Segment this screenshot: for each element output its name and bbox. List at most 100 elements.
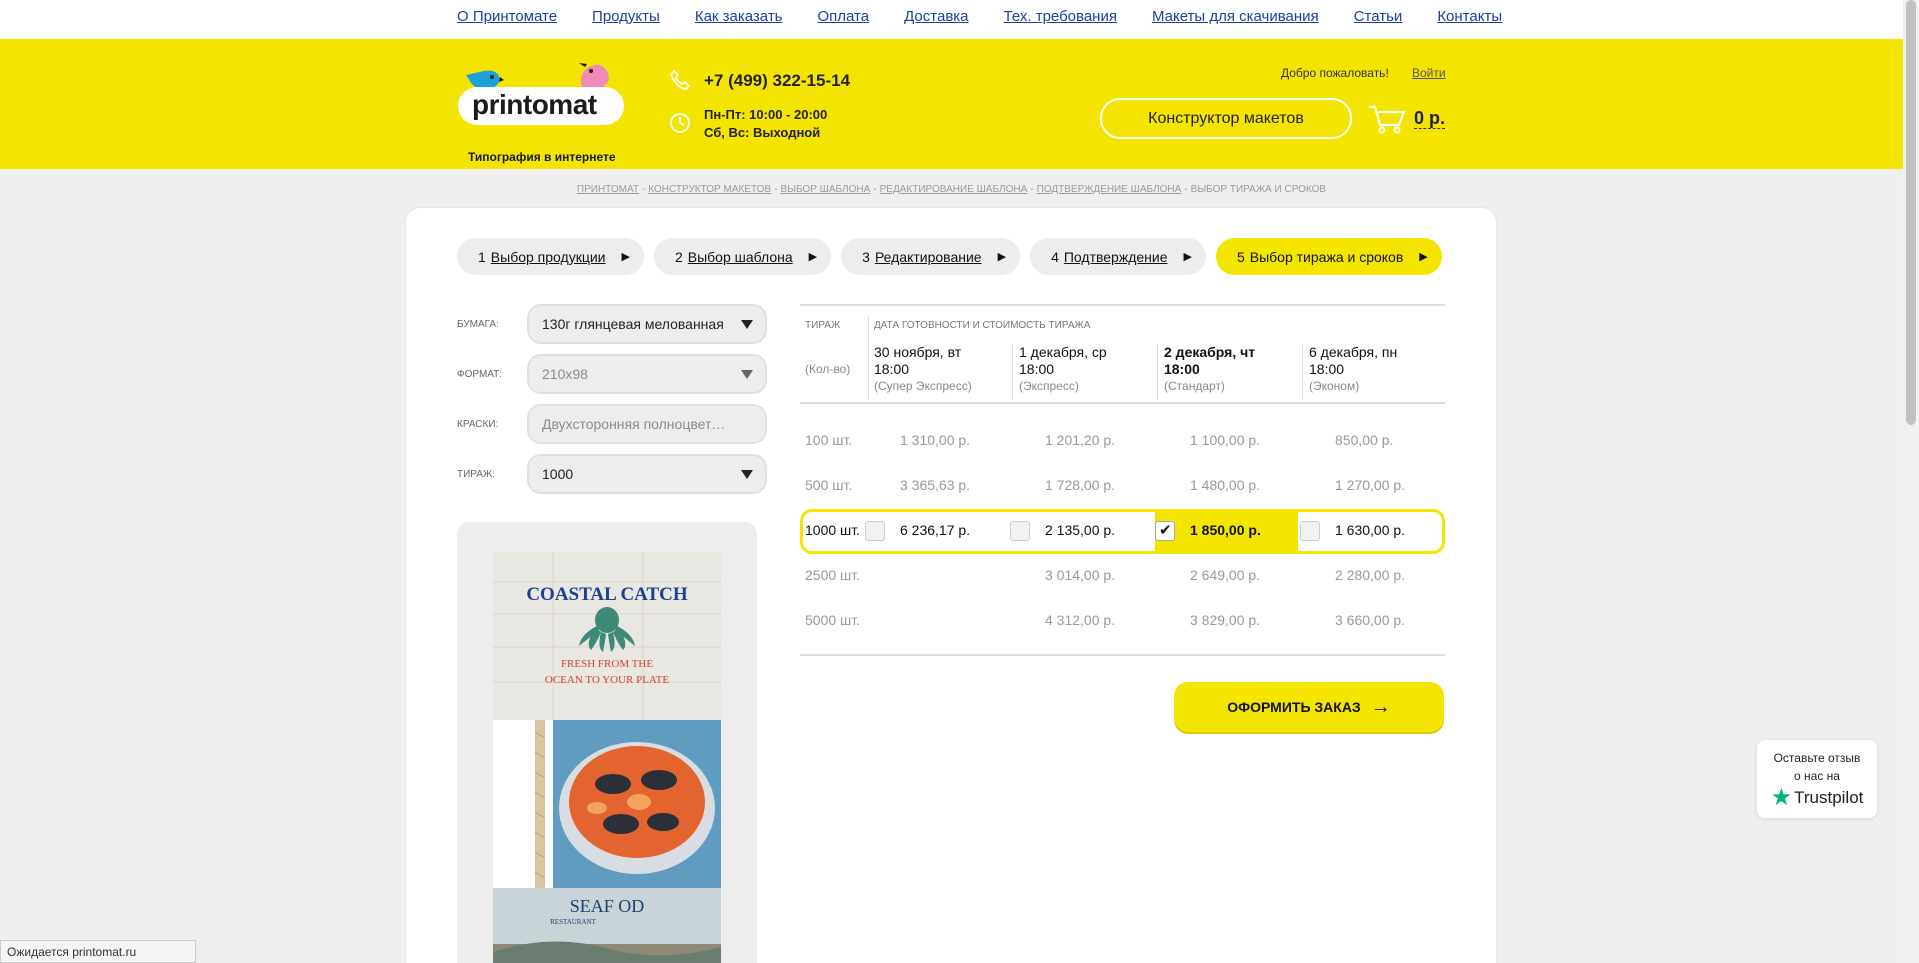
nav-item-how-to-order[interactable]: Как заказать — [695, 8, 783, 25]
price-checkbox-checked[interactable] — [1155, 521, 1175, 541]
scrollbar-thumb[interactable] — [1906, 0, 1916, 425]
breadcrumb-link[interactable]: Подтверждение шаблона — [1037, 184, 1182, 195]
price-checkbox[interactable] — [865, 521, 885, 541]
nav-item-delivery[interactable]: Доставка — [904, 8, 968, 25]
nav-link-how-to-order[interactable]: Как заказать — [695, 8, 783, 25]
price-cell[interactable]: 3 014,00 р. — [1045, 567, 1115, 583]
page-scrollbar[interactable] — [1903, 0, 1919, 963]
paper-select[interactable]: 130г глянцевая мелованная — [527, 304, 767, 344]
step-1[interactable]: 1 Выбор продукции ▶ — [457, 238, 644, 275]
breadcrumb-link[interactable]: Конструктор макетов — [648, 184, 771, 195]
nav-link-about[interactable]: О Принтомате — [457, 8, 557, 25]
time-label: 18:00 — [874, 361, 910, 377]
col-qty-header: (Кол-во) — [805, 362, 851, 376]
row-qty: 2500 шт. — [805, 567, 861, 583]
price-cell[interactable]: 3 365,63 р. — [900, 477, 970, 493]
trustpilot-widget[interactable]: Оставьте отзыв о нас на ★ Trustpilot — [1757, 740, 1877, 818]
logo[interactable]: printomat Типография в интернете — [458, 61, 624, 164]
run-value: 1000 — [542, 466, 574, 482]
nav-link-payment[interactable]: Оплата — [818, 8, 870, 25]
col-run-header: Тираж — [805, 320, 841, 331]
price-cell[interactable]: 2 280,00 р. — [1335, 567, 1405, 583]
price-row[interactable]: 2500 шт. 3 014,00 р. 2 649,00 р. 2 280,0… — [800, 554, 1445, 599]
nav-item-articles[interactable]: Статьи — [1354, 8, 1403, 25]
step-5-active[interactable]: 5 Выбор тиража и сроков ▶ — [1215, 238, 1442, 275]
run-row: Тираж: 1000 — [457, 454, 767, 494]
divider — [868, 316, 869, 400]
price-row-selected[interactable]: 1000 шт. 6 236,17 р. 2 135,00 р. 1 850,0… — [800, 509, 1445, 554]
date-column-standard: 2 декабря, чт 18:00 (Стандарт) — [1164, 344, 1255, 395]
login-link[interactable]: Войти — [1412, 66, 1446, 80]
price-cell[interactable]: 2 649,00 р. — [1190, 567, 1260, 583]
step-number: 5 — [1236, 248, 1245, 265]
triangle-right-icon: ▶ — [621, 251, 630, 263]
colors-select[interactable]: Двухсторонняя полноцветная — [527, 404, 767, 444]
triangle-right-icon: ▶ — [1419, 251, 1428, 263]
date-column-express: 1 декабря, ср 18:00 (Экспресс) — [1019, 344, 1107, 395]
main-panel: 1 Выбор продукции ▶ 2 Выбор шаблона ▶ 3 … — [406, 208, 1496, 963]
cart-total[interactable]: 0 р. — [1414, 108, 1446, 129]
arrow-right-icon: → — [1370, 695, 1391, 718]
price-cell[interactable]: 1 480,00 р. — [1190, 477, 1260, 493]
price-cell[interactable]: 1 100,00 р. — [1190, 432, 1260, 448]
price-cell[interactable]: 1 270,00 р. — [1335, 477, 1405, 493]
price-cell[interactable]: 6 236,17 р. — [900, 522, 970, 538]
caret-down-icon — [741, 370, 753, 379]
step-4[interactable]: 4 Подтверждение ▶ — [1030, 238, 1206, 275]
step-label[interactable]: Подтверждение — [1064, 249, 1168, 265]
speed-label: (Экспресс) — [1019, 379, 1079, 393]
nav-link-delivery[interactable]: Доставка — [904, 8, 968, 25]
nav-link-contacts[interactable]: Контакты — [1437, 8, 1502, 25]
nav-link-tech-req[interactable]: Тех. требования — [1004, 8, 1117, 25]
format-label: Формат: — [457, 368, 503, 380]
price-cell[interactable]: 1 201,20 р. — [1045, 432, 1115, 448]
run-select[interactable]: 1000 — [527, 454, 767, 494]
place-order-button[interactable]: Оформить заказ → — [1174, 682, 1444, 732]
row-qty: 5000 шт. — [805, 612, 861, 628]
nav-item-products[interactable]: Продукты — [592, 8, 660, 25]
colors-value: Двухсторонняя полноцветная — [542, 416, 735, 432]
nav-item-contacts[interactable]: Контакты — [1437, 8, 1502, 25]
price-row[interactable]: 5000 шт. 4 312,00 р. 3 829,00 р. 3 660,0… — [800, 599, 1445, 644]
step-label[interactable]: Выбор шаблона — [688, 249, 793, 265]
breadcrumb-link[interactable]: Принтомат — [577, 184, 639, 195]
format-row: Формат: 210x98 — [457, 354, 767, 394]
format-select[interactable]: 210x98 — [527, 354, 767, 394]
speed-label: (Супер Экспресс) — [874, 379, 972, 393]
price-cell[interactable]: 1 630,00 р. — [1335, 522, 1405, 538]
price-cell[interactable]: 4 312,00 р. — [1045, 612, 1115, 628]
nav-link-articles[interactable]: Статьи — [1354, 8, 1403, 25]
breadcrumb-link[interactable]: Выбор шаблона — [780, 184, 870, 195]
nav-link-templates[interactable]: Макеты для скачивания — [1152, 8, 1319, 25]
price-cell[interactable]: 3 660,00 р. — [1335, 612, 1405, 628]
step-label[interactable]: Выбор продукции — [491, 249, 606, 265]
price-checkbox[interactable] — [1010, 521, 1030, 541]
price-checkbox[interactable] — [1300, 521, 1320, 541]
constructor-button[interactable]: Конструктор макетов — [1100, 98, 1352, 139]
row-qty: 500 шт. — [805, 477, 853, 493]
price-cell[interactable]: 1 310,00 р. — [900, 432, 970, 448]
row-qty: 1000 шт. — [805, 522, 861, 538]
price-cell[interactable]: 1 728,00 р. — [1045, 477, 1115, 493]
nav-link-products[interactable]: Продукты — [592, 8, 660, 25]
nav-item-templates[interactable]: Макеты для скачивания — [1152, 8, 1319, 25]
price-cell-selected[interactable]: 1 850,00 р. — [1190, 522, 1261, 538]
colors-row: Краски: Двухсторонняя полноцветная — [457, 404, 767, 444]
price-row[interactable]: 100 шт. 1 310,00 р. 1 201,20 р. 1 100,00… — [800, 419, 1445, 464]
divider — [1157, 344, 1158, 400]
step-label[interactable]: Редактирование — [875, 249, 982, 265]
price-cell[interactable]: 3 829,00 р. — [1190, 612, 1260, 628]
price-cell[interactable]: 2 135,00 р. — [1045, 522, 1115, 538]
step-3[interactable]: 3 Редактирование ▶ — [841, 238, 1021, 275]
nav-item-about[interactable]: О Принтомате — [457, 8, 557, 25]
cart-icon[interactable] — [1367, 103, 1407, 135]
date-label: 6 декабря, пн — [1309, 344, 1398, 360]
step-2[interactable]: 2 Выбор шаблона ▶ — [653, 238, 832, 275]
nav-item-tech-req[interactable]: Тех. требования — [1004, 8, 1117, 25]
phone-number[interactable]: +7 (499) 322-15-14 — [704, 71, 850, 91]
price-cell[interactable]: 850,00 р. — [1335, 432, 1393, 448]
nav-item-payment[interactable]: Оплата — [818, 8, 870, 25]
price-row[interactable]: 500 шт. 3 365,63 р. 1 728,00 р. 1 480,00… — [800, 464, 1445, 509]
breadcrumb-link[interactable]: Редактирование шаблона — [880, 184, 1028, 195]
colors-label: Краски: — [457, 418, 499, 430]
